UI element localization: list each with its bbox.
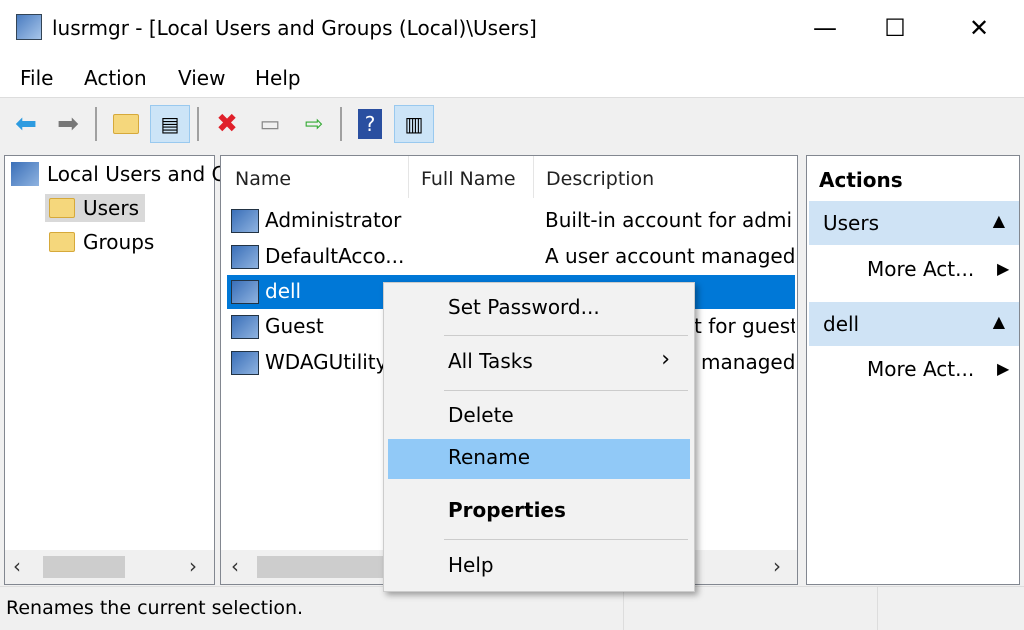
minimize-button[interactable]: — <box>790 0 860 56</box>
export-list-icon[interactable]: ⇨ <box>294 105 334 143</box>
user-icon <box>231 209 259 233</box>
app-icon <box>16 14 42 40</box>
console-tree: Local Users and Groups (Local) Users Gro… <box>4 155 357 585</box>
menu-item-properties[interactable]: Properties <box>388 492 690 532</box>
chevron-right-icon: ▶ <box>997 359 1010 378</box>
user-icon <box>231 351 259 375</box>
more-actions-users[interactable]: More Act... ▶ <box>867 257 1009 281</box>
menu-file[interactable]: File <box>20 66 53 90</box>
user-icon <box>231 315 259 339</box>
user-icon <box>231 245 259 269</box>
collapse-icon: ▲ <box>992 312 1005 331</box>
table-row[interactable]: DefaultAcco... A user account managed <box>227 240 795 274</box>
column-name[interactable]: Name <box>235 168 291 190</box>
actions-section-dell[interactable]: dell ▲ <box>809 302 1019 346</box>
forward-icon[interactable]: ➡ <box>48 105 88 143</box>
horizontal-scrollbar[interactable]: ‹ › <box>5 550 214 584</box>
close-button[interactable]: ✕ <box>944 0 1014 56</box>
column-full-name[interactable]: Full Name <box>421 168 516 190</box>
menu-item-set-password[interactable]: Set Password... <box>388 289 690 329</box>
actions-header: Actions <box>819 168 903 192</box>
menu-bar: File Action View Help <box>0 56 1024 98</box>
toolbar: ⬅ ➡ ▤ ✖ ▭ ⇨ ? ▥ <box>0 99 1024 151</box>
menu-help[interactable]: Help <box>255 66 301 90</box>
context-menu: Set Password... All Tasks › Delete Rename… <box>383 282 695 592</box>
tree-item-users[interactable]: Users <box>45 194 146 222</box>
toolbar-separator <box>340 107 342 141</box>
user-icon <box>231 280 259 304</box>
more-actions-dell[interactable]: More Act... ▶ <box>867 357 1009 381</box>
menu-item-help[interactable]: Help <box>388 547 690 587</box>
chevron-right-icon: › <box>661 347 670 372</box>
computer-icon <box>11 162 39 186</box>
menu-item-rename[interactable]: Rename <box>388 439 690 479</box>
menu-item-all-tasks[interactable]: All Tasks › <box>388 343 690 383</box>
delete-icon[interactable]: ✖ <box>207 105 247 143</box>
title-bar: lusrmgr - [Local Users and Groups (Local… <box>0 0 1024 56</box>
list-header: Name Full Name Description <box>221 156 797 198</box>
menu-action[interactable]: Action <box>84 66 147 90</box>
actions-pane: Actions Users ▲ More Act... ▶ dell ▲ More A… <box>806 155 1020 585</box>
column-description[interactable]: Description <box>546 168 654 190</box>
menu-view[interactable]: View <box>178 66 225 90</box>
chevron-right-icon: ▶ <box>997 259 1010 278</box>
window-title: lusrmgr - [Local Users and Groups (Local… <box>52 16 537 40</box>
show-hide-console-tree-icon[interactable]: ▤ <box>150 105 190 143</box>
folder-icon <box>49 198 75 218</box>
properties-icon[interactable]: ▭ <box>250 105 290 143</box>
actions-section-users[interactable]: Users ▲ <box>809 201 1019 245</box>
help-icon[interactable]: ? <box>350 105 390 143</box>
menu-item-delete[interactable]: Delete <box>388 397 690 437</box>
show-hide-action-pane-icon[interactable]: ▥ <box>394 105 434 143</box>
table-row[interactable]: Administrator Built-in account for admi <box>227 204 795 238</box>
tree-item-groups[interactable]: Groups <box>49 230 154 254</box>
toolbar-separator <box>197 107 199 141</box>
status-bar: Renames the current selection. <box>0 586 1024 630</box>
back-icon[interactable]: ⬅ <box>6 105 46 143</box>
toolbar-separator <box>95 107 97 141</box>
collapse-icon: ▲ <box>992 211 1005 230</box>
maximize-button[interactable]: ☐ <box>860 0 930 56</box>
status-text: Renames the current selection. <box>6 597 304 619</box>
folder-icon <box>49 232 75 252</box>
up-folder-icon[interactable] <box>106 105 146 143</box>
